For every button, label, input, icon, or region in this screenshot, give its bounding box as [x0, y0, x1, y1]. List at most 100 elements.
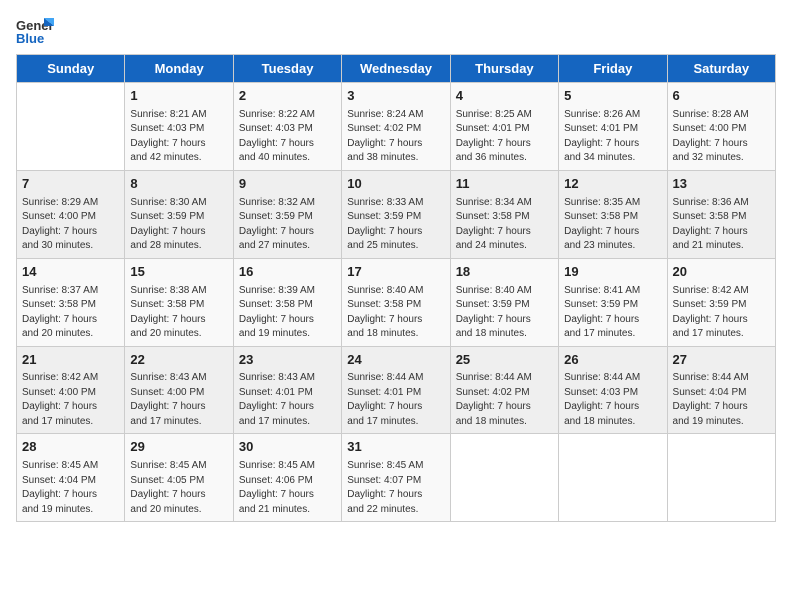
calendar-cell: 8Sunrise: 8:30 AM Sunset: 3:59 PM Daylig…	[125, 170, 233, 258]
day-info: Sunrise: 8:38 AM Sunset: 3:58 PM Dayligh…	[130, 284, 227, 342]
calendar-week-row: 7 Sunrise: 8:29 AM Sunset: 4:00 PM Daylig…	[17, 170, 776, 258]
day-number: 29	[130, 438, 227, 457]
day-info: Sunrise: 8:39 AM Sunset: 3:58 PM Dayligh…	[239, 284, 336, 342]
calendar-cell: 5 Sunrise: 8:26 AM Sunset: 4:01 PM Daylig…	[559, 83, 667, 171]
day-number: 23	[239, 351, 336, 370]
day-info: Sunrise: 8:40 AM Sunset: 3:58 PM Dayligh…	[347, 284, 444, 342]
calendar-cell	[559, 434, 667, 522]
day-info: Sunrise: 8:37 AM Sunset: 3:58 PM Dayligh…	[22, 284, 119, 342]
day-number: 14	[22, 263, 119, 282]
day-number: 18	[456, 263, 553, 282]
calendar-week-row: 21Sunrise: 8:42 AM Sunset: 4:00 PM Dayli…	[17, 346, 776, 434]
day-number: 16	[239, 263, 336, 282]
day-number: 20	[673, 263, 770, 282]
day-number: 22	[130, 351, 227, 370]
day-info: Sunrise: 8:44 AM Sunset: 4:01 PM Dayligh…	[347, 371, 444, 429]
weekday-header-cell: Saturday	[667, 55, 775, 83]
calendar-cell: 19 Sunrise: 8:41 AM Sunset: 3:59 PM Dayli…	[559, 258, 667, 346]
day-info: Sunrise: 8:36 AM Sunset: 3:58 PM Dayligh…	[673, 196, 770, 254]
day-number: 12	[564, 175, 661, 194]
logo-icon: General Blue	[16, 16, 54, 46]
calendar-cell: 4 Sunrise: 8:25 AM Sunset: 4:01 PM Daylig…	[450, 83, 558, 171]
day-number: 10	[347, 175, 444, 194]
day-info: Sunrise: 8:30 AM Sunset: 3:59 PM Dayligh…	[130, 196, 227, 254]
page-header: General Blue	[16, 16, 776, 46]
calendar-cell: 25Sunrise: 8:44 AM Sunset: 4:02 PM Dayli…	[450, 346, 558, 434]
day-number: 21	[22, 351, 119, 370]
day-number: 4	[456, 87, 553, 106]
calendar-cell: 21Sunrise: 8:42 AM Sunset: 4:00 PM Dayli…	[17, 346, 125, 434]
calendar-cell: 2 Sunrise: 8:22 AM Sunset: 4:03 PM Daylig…	[233, 83, 341, 171]
calendar-cell: 18 Sunrise: 8:40 AM Sunset: 3:59 PM Dayli…	[450, 258, 558, 346]
day-info: Sunrise: 8:44 AM Sunset: 4:03 PM Dayligh…	[564, 371, 661, 429]
day-number: 3	[347, 87, 444, 106]
calendar-cell: 23Sunrise: 8:43 AM Sunset: 4:01 PM Dayli…	[233, 346, 341, 434]
calendar-week-row: 14 Sunrise: 8:37 AM Sunset: 3:58 PM Dayli…	[17, 258, 776, 346]
calendar-cell: 17 Sunrise: 8:40 AM Sunset: 3:58 PM Dayli…	[342, 258, 450, 346]
day-info: Sunrise: 8:45 AM Sunset: 4:05 PM Dayligh…	[130, 459, 227, 517]
day-info: Sunrise: 8:33 AM Sunset: 3:59 PM Dayligh…	[347, 196, 444, 254]
day-number: 6	[673, 87, 770, 106]
calendar-cell: 13Sunrise: 8:36 AM Sunset: 3:58 PM Dayli…	[667, 170, 775, 258]
day-info: Sunrise: 8:45 AM Sunset: 4:07 PM Dayligh…	[347, 459, 444, 517]
day-info: Sunrise: 8:28 AM Sunset: 4:00 PM Dayligh…	[673, 108, 770, 166]
day-number: 17	[347, 263, 444, 282]
weekday-header-cell: Sunday	[17, 55, 125, 83]
calendar-cell: 29 Sunrise: 8:45 AM Sunset: 4:05 PM Dayli…	[125, 434, 233, 522]
calendar-body: 1Sunrise: 8:21 AM Sunset: 4:03 PM Daylig…	[17, 83, 776, 522]
svg-text:Blue: Blue	[16, 31, 44, 46]
day-info: Sunrise: 8:43 AM Sunset: 4:00 PM Dayligh…	[130, 371, 227, 429]
weekday-header-cell: Tuesday	[233, 55, 341, 83]
day-number: 19	[564, 263, 661, 282]
day-info: Sunrise: 8:26 AM Sunset: 4:01 PM Dayligh…	[564, 108, 661, 166]
calendar-cell: 26Sunrise: 8:44 AM Sunset: 4:03 PM Dayli…	[559, 346, 667, 434]
calendar-cell: 6 Sunrise: 8:28 AM Sunset: 4:00 PM Daylig…	[667, 83, 775, 171]
calendar-cell: 28Sunrise: 8:45 AM Sunset: 4:04 PM Dayli…	[17, 434, 125, 522]
day-info: Sunrise: 8:35 AM Sunset: 3:58 PM Dayligh…	[564, 196, 661, 254]
day-info: Sunrise: 8:25 AM Sunset: 4:01 PM Dayligh…	[456, 108, 553, 166]
calendar-cell: 22Sunrise: 8:43 AM Sunset: 4:00 PM Dayli…	[125, 346, 233, 434]
day-info: Sunrise: 8:45 AM Sunset: 4:04 PM Dayligh…	[22, 459, 119, 517]
day-number: 25	[456, 351, 553, 370]
calendar-cell: 12 Sunrise: 8:35 AM Sunset: 3:58 PM Dayli…	[559, 170, 667, 258]
day-number: 27	[673, 351, 770, 370]
calendar-cell: 30Sunrise: 8:45 AM Sunset: 4:06 PM Dayli…	[233, 434, 341, 522]
day-number: 7	[22, 175, 119, 194]
calendar-week-row: 28Sunrise: 8:45 AM Sunset: 4:04 PM Dayli…	[17, 434, 776, 522]
calendar-cell: 3 Sunrise: 8:24 AM Sunset: 4:02 PM Daylig…	[342, 83, 450, 171]
calendar-week-row: 1Sunrise: 8:21 AM Sunset: 4:03 PM Daylig…	[17, 83, 776, 171]
calendar-cell: 20 Sunrise: 8:42 AM Sunset: 3:59 PM Dayli…	[667, 258, 775, 346]
weekday-header-cell: Wednesday	[342, 55, 450, 83]
calendar-cell: 1Sunrise: 8:21 AM Sunset: 4:03 PM Daylig…	[125, 83, 233, 171]
calendar-cell: 14 Sunrise: 8:37 AM Sunset: 3:58 PM Dayli…	[17, 258, 125, 346]
day-number: 31	[347, 438, 444, 457]
calendar-table: SundayMondayTuesdayWednesdayThursdayFrid…	[16, 54, 776, 522]
day-info: Sunrise: 8:43 AM Sunset: 4:01 PM Dayligh…	[239, 371, 336, 429]
day-number: 2	[239, 87, 336, 106]
calendar-cell	[450, 434, 558, 522]
weekday-header-row: SundayMondayTuesdayWednesdayThursdayFrid…	[17, 55, 776, 83]
day-info: Sunrise: 8:44 AM Sunset: 4:04 PM Dayligh…	[673, 371, 770, 429]
day-info: Sunrise: 8:29 AM Sunset: 4:00 PM Dayligh…	[22, 196, 119, 254]
calendar-cell: 24Sunrise: 8:44 AM Sunset: 4:01 PM Dayli…	[342, 346, 450, 434]
calendar-cell: 15 Sunrise: 8:38 AM Sunset: 3:58 PM Dayli…	[125, 258, 233, 346]
day-number: 30	[239, 438, 336, 457]
day-number: 24	[347, 351, 444, 370]
day-number: 9	[239, 175, 336, 194]
day-info: Sunrise: 8:41 AM Sunset: 3:59 PM Dayligh…	[564, 284, 661, 342]
day-number: 5	[564, 87, 661, 106]
day-number: 15	[130, 263, 227, 282]
day-info: Sunrise: 8:40 AM Sunset: 3:59 PM Dayligh…	[456, 284, 553, 342]
day-number: 1	[130, 87, 227, 106]
day-info: Sunrise: 8:22 AM Sunset: 4:03 PM Dayligh…	[239, 108, 336, 166]
day-info: Sunrise: 8:42 AM Sunset: 3:59 PM Dayligh…	[673, 284, 770, 342]
day-number: 26	[564, 351, 661, 370]
calendar-cell: 31 Sunrise: 8:45 AM Sunset: 4:07 PM Dayli…	[342, 434, 450, 522]
weekday-header-cell: Monday	[125, 55, 233, 83]
calendar-cell: 9Sunrise: 8:32 AM Sunset: 3:59 PM Daylig…	[233, 170, 341, 258]
calendar-cell: 16 Sunrise: 8:39 AM Sunset: 3:58 PM Dayli…	[233, 258, 341, 346]
weekday-header-cell: Thursday	[450, 55, 558, 83]
calendar-cell	[667, 434, 775, 522]
logo: General Blue	[16, 16, 54, 46]
day-info: Sunrise: 8:24 AM Sunset: 4:02 PM Dayligh…	[347, 108, 444, 166]
